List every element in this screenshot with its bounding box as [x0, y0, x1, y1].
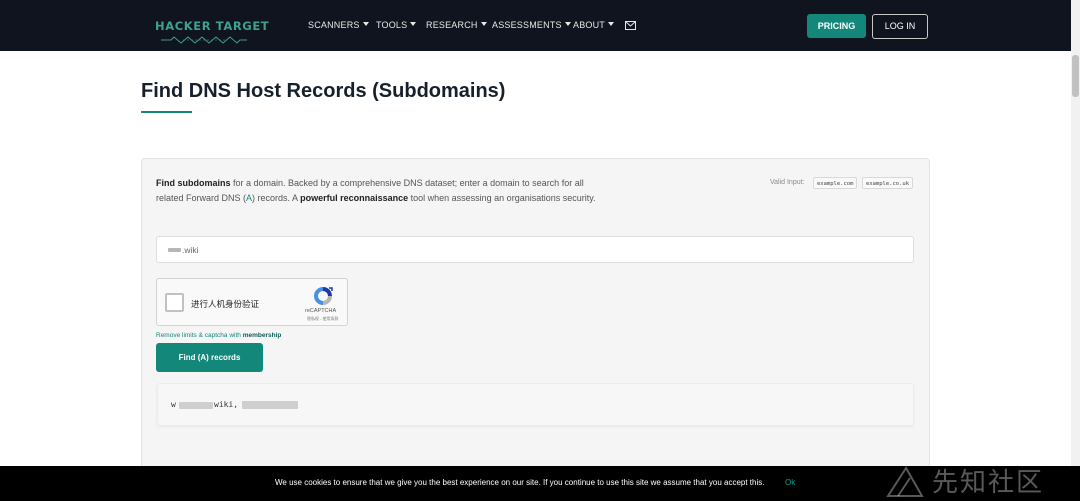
membership-note-text: Remove limits & captcha with	[156, 332, 243, 339]
tool-description: Find subdomains for a domain. Backed by …	[156, 176, 596, 206]
desc-text-3: tool when assessing an organisations sec…	[408, 193, 596, 203]
nav-assessments[interactable]: ASSESSMENTS	[492, 20, 571, 30]
cookie-ok-button[interactable]: Ok	[785, 478, 795, 487]
caret-down-icon	[410, 22, 417, 26]
recaptcha-checkbox[interactable]	[165, 293, 184, 312]
membership-note: Remove limits & captcha with membership	[156, 332, 281, 339]
envelope-icon[interactable]	[625, 21, 636, 30]
top-navbar: HACKER TARGET SCANNERS TOOLS RESEARCH AS…	[0, 0, 1071, 51]
nav-research[interactable]: RESEARCH	[426, 20, 487, 30]
nav-tools[interactable]: TOOLS	[376, 20, 417, 30]
result-redaction	[179, 402, 213, 409]
title-underline	[141, 111, 192, 113]
pricing-button[interactable]: PRICING	[807, 14, 866, 38]
desc-bold-find-subdomains: Find subdomains	[156, 178, 231, 188]
valid-example-chip: example.com	[813, 177, 858, 189]
recaptcha-terms-link[interactable]: 隐私权 - 使用条款	[307, 316, 339, 322]
watermark-logo-icon	[886, 466, 924, 497]
result-prefix: w	[171, 400, 176, 409]
nav-scanners[interactable]: SCANNERS	[308, 20, 369, 30]
nav-research-label: RESEARCH	[426, 20, 478, 30]
tool-panel	[141, 158, 930, 498]
recaptcha-label: 进行人机身份验证	[191, 299, 260, 309]
desc-bold-powerful: powerful reconnaissance	[300, 193, 409, 203]
caret-down-icon	[362, 22, 369, 26]
find-a-records-button[interactable]: Find (A) records	[156, 343, 263, 372]
result-redaction	[242, 401, 298, 409]
nav-tools-label: TOOLS	[376, 20, 408, 30]
valid-input-label: Valid Input:	[770, 179, 805, 186]
caret-down-icon	[608, 22, 615, 26]
valid-example-chip: example.co.uk	[862, 177, 914, 189]
domain-input-value: .wiki	[182, 245, 199, 255]
page-scrollbar-thumb[interactable]	[1072, 55, 1079, 97]
domain-input[interactable]: .wiki	[156, 236, 914, 263]
cookie-message: We use cookies to ensure that we give yo…	[275, 478, 765, 487]
watermark-text: 先知社区	[932, 467, 1045, 497]
nav-about[interactable]: ABOUT	[573, 20, 615, 30]
result-output: w wiki,	[157, 383, 914, 426]
desc-text-2: ) records. A	[252, 193, 301, 203]
page-title: Find DNS Host Records (Subdomains)	[141, 80, 506, 102]
recaptcha-logo-icon	[314, 287, 333, 305]
nav-assessments-label: ASSESSMENTS	[492, 20, 562, 30]
logo-text: HACKER TARGET	[155, 19, 270, 33]
hacker-target-logo[interactable]: HACKER TARGET	[155, 8, 269, 46]
logo-circuit-icon	[161, 36, 247, 44]
result-domain: wiki,	[214, 400, 239, 409]
nav-about-label: ABOUT	[573, 20, 606, 30]
membership-link[interactable]: membership	[243, 332, 282, 339]
caret-down-icon	[564, 22, 571, 26]
recaptcha-brand: reCAPTCHA	[305, 308, 337, 314]
login-button[interactable]: LOG IN	[872, 14, 928, 39]
recaptcha-widget: 进行人机身份验证 reCAPTCHA 隐私权 - 使用条款	[156, 278, 348, 326]
input-redaction	[168, 248, 181, 252]
caret-down-icon	[480, 22, 487, 26]
nav-scanners-label: SCANNERS	[308, 20, 360, 30]
